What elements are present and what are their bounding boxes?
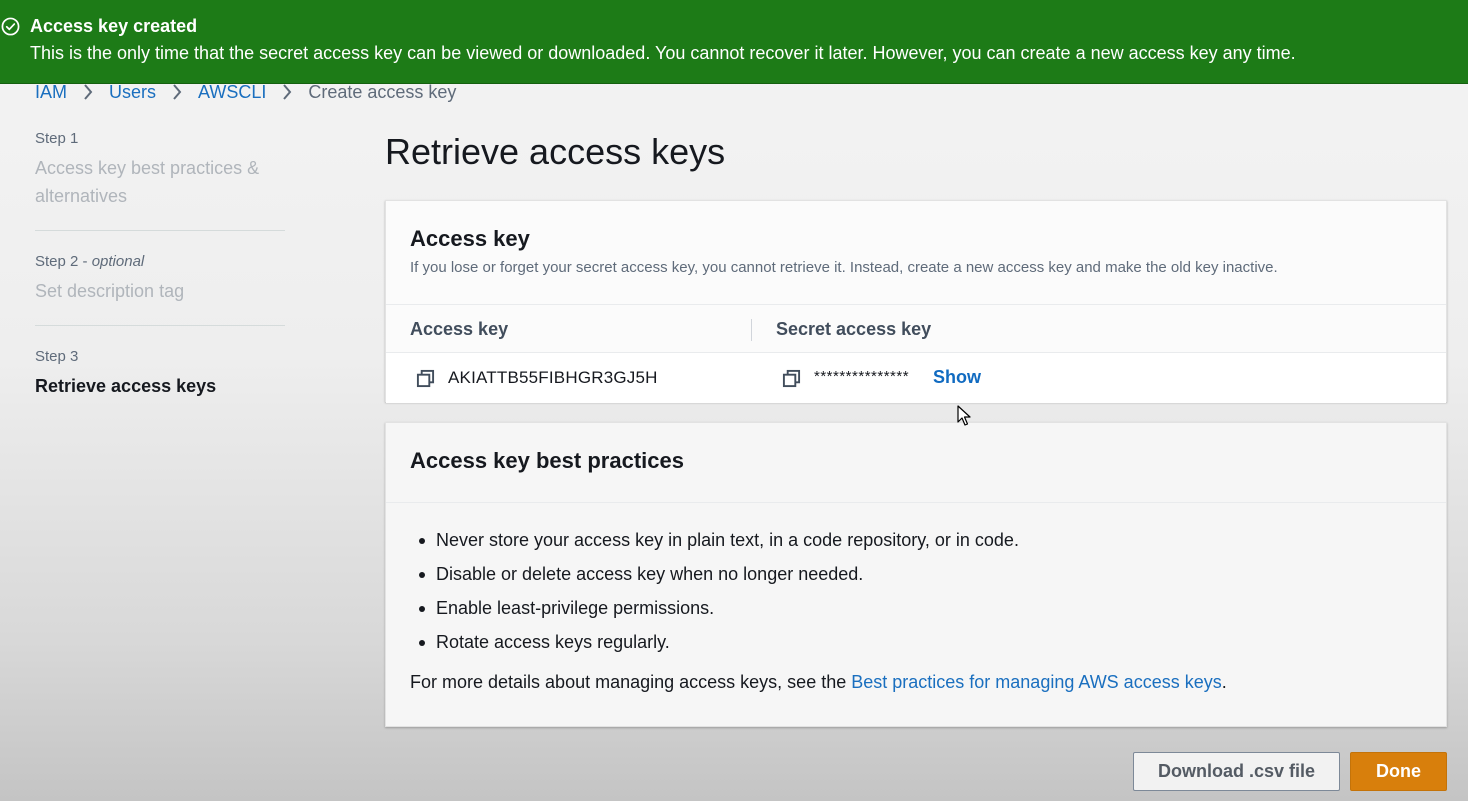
step-title: Retrieve access keys [35,376,217,396]
column-divider [751,319,752,341]
breadcrumb-current: Create access key [308,82,457,102]
page-title: Retrieve access keys [385,131,726,172]
access-key-card-description: If you lose or forget your secret access… [410,259,1278,276]
secret-access-key-masked: *************** [814,368,910,385]
step-1: Step 1 Access key best practices & alter… [35,130,285,230]
best-practices-card: Access key best practices Never store yo… [385,422,1447,727]
copy-icon[interactable] [782,369,801,388]
best-practices-card-title: Access key best practices [410,448,684,473]
card-divider [386,502,1446,503]
breadcrumb-iam[interactable]: IAM [35,81,67,103]
download-csv-button[interactable]: Download .csv file [1133,752,1340,791]
success-flash-banner: Access key created This is the only time… [0,0,1468,84]
step-title: Access key best practices & alternatives [35,158,260,206]
keys-table: Access key Secret access key AKIATTB55FI… [386,304,1446,403]
breadcrumb: IAM Users AWSCLI Create access key [35,80,456,104]
breadcrumb-users[interactable]: Users [109,81,156,103]
mouse-cursor-icon [957,405,971,426]
done-button[interactable]: Done [1350,752,1447,791]
step-3: Step 3 Retrieve access keys [35,326,285,400]
best-practices-link[interactable]: Best practices for managing AWS access k… [851,672,1222,692]
chevron-right-icon [173,84,182,100]
step-number: Step 3 [35,348,79,365]
step-2: Step 2 - optional Set description tag [35,231,285,325]
list-item: Never store your access key in plain tex… [419,529,1019,563]
chevron-right-icon [283,84,292,100]
column-header-secret-access-key: Secret access key [776,319,932,339]
chevron-right-icon [84,84,93,100]
access-key-card: Access key If you lose or forget your se… [385,200,1447,403]
check-circle-icon [1,17,20,36]
flash-message: This is the only time that the secret ac… [30,43,1296,63]
list-item: Disable or delete access key when no lon… [419,563,1019,597]
copy-icon[interactable] [416,369,435,388]
step-number: Step 2 - optional [35,253,145,270]
column-header-access-key: Access key [410,319,509,339]
step-title: Set description tag [35,281,185,301]
access-key-id: AKIATTB55FIBHGR3GJ5H [448,368,658,387]
list-item: Rotate access keys regularly. [419,631,1019,665]
best-practices-list: Never store your access key in plain tex… [419,529,1019,665]
table-row: AKIATTB55FIBHGR3GJ5H *************** Sho… [386,353,1446,403]
wizard-steps: Step 1 Access key best practices & alter… [35,130,285,400]
list-item: Enable least-privilege permissions. [419,597,1019,631]
show-secret-link[interactable]: Show [933,366,981,388]
step-optional-label: optional [91,253,145,270]
access-key-card-title: Access key [410,226,530,251]
flash-title: Access key created [30,16,198,36]
keys-table-header: Access key Secret access key [386,305,1446,353]
step-number: Step 1 [35,130,79,147]
breadcrumb-awscli[interactable]: AWSCLI [198,81,266,103]
more-details-text: For more details about managing access k… [410,672,1227,692]
